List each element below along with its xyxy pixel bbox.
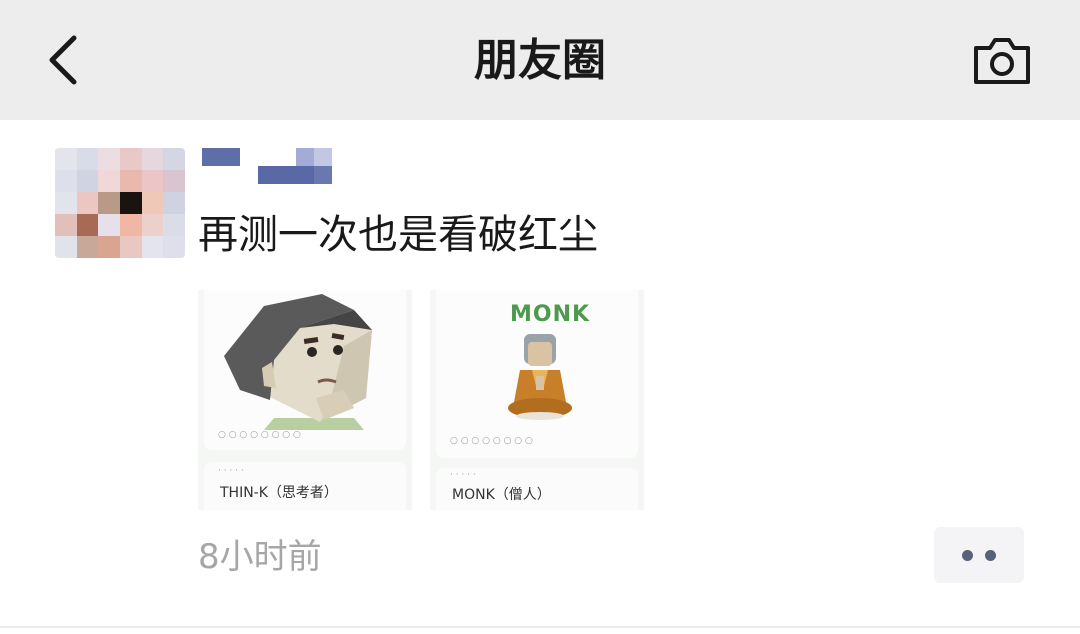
camera-icon — [974, 38, 1030, 84]
page-title: 朋友圈 — [474, 35, 606, 86]
more-button[interactable] — [934, 527, 1024, 583]
camera-button[interactable] — [970, 34, 1034, 88]
post-images: ○ ○ ○ ○ ○ ○ ○ ○ · · · · · THIN-K（思考者） MO… — [198, 290, 650, 510]
nav-bar: 朋友圈 — [0, 0, 1080, 120]
monk-illustration — [508, 334, 572, 420]
type-name-monk: MONK（僧人） — [452, 487, 551, 503]
thinker-illustration — [224, 294, 372, 430]
post-time: 8小时前 — [198, 537, 322, 577]
avatar[interactable] — [55, 148, 185, 258]
type-name-thinker: THIN-K（思考者） — [220, 485, 338, 501]
more-dots-icon — [962, 550, 973, 561]
post-image-monk[interactable]: MONK ○ ○ ○ ○ ○ ○ ○ ○ · · · · · MONK（僧人） — [430, 290, 644, 510]
post-text: 再测一次也是看破红尘 — [198, 212, 598, 258]
post-image-thinker[interactable]: ○ ○ ○ ○ ○ ○ ○ ○ · · · · · THIN-K（思考者） — [198, 290, 412, 510]
divider — [0, 626, 1080, 628]
user-name[interactable] — [200, 146, 340, 188]
